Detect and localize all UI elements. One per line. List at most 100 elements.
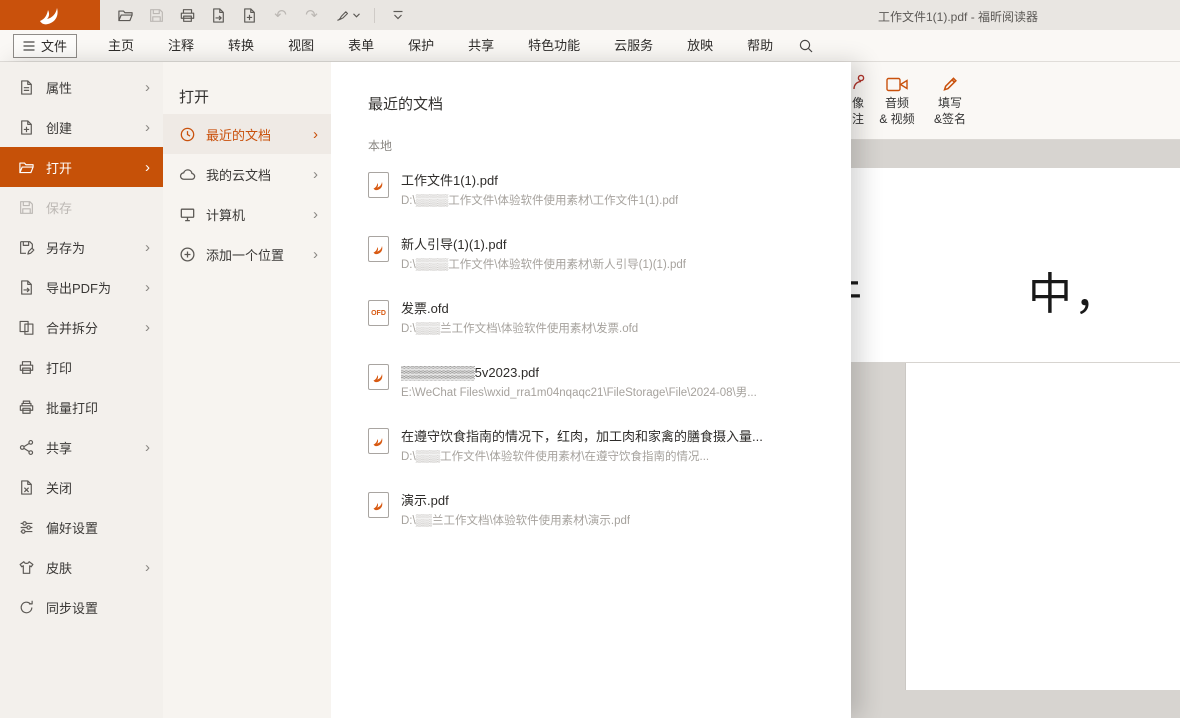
chevron-right-icon: ›: [145, 240, 150, 255]
file-menu-button-label: 文件: [41, 36, 67, 55]
file-menu-item-label: 同步设置: [46, 598, 98, 617]
chevron-right-icon: ›: [145, 80, 150, 95]
file-menu-item-batch-print[interactable]: 批量打印: [0, 387, 163, 427]
portrait-icon: [852, 69, 868, 93]
recent-file-item[interactable]: 在遵守饮食指南的情况下，红肉，加工肉和家禽的膳食摄入量... D:\▒▒▒工作文…: [368, 425, 831, 489]
open-panel: 打开 最近的文档 › 我的云文档 › 计算机 › 添加一个位置 ›: [163, 62, 331, 718]
recent-documents-title: 最近的文档: [331, 62, 851, 114]
open-file-icon[interactable]: [110, 0, 141, 30]
open-panel-item-computer[interactable]: 计算机 ›: [163, 194, 331, 234]
save-icon[interactable]: [141, 0, 172, 30]
file-path: D:\▒▒兰工作文档\体验软件使用素材\演示.pdf: [401, 514, 630, 528]
pdf-file-icon: [368, 428, 389, 454]
file-menu-item-create[interactable]: 创建 ›: [0, 107, 163, 147]
undo-icon[interactable]: ↶: [265, 0, 296, 30]
file-menu-item-sync-settings[interactable]: 同步设置: [0, 587, 163, 627]
file-menu-item-export-pdf[interactable]: 导出PDF为 ›: [0, 267, 163, 307]
tab-help[interactable]: 帮助: [730, 30, 790, 61]
redo-icon[interactable]: ↷: [296, 0, 327, 30]
open-panel-item-cloud-docs[interactable]: 我的云文档 ›: [163, 154, 331, 194]
file-menu-item-skin[interactable]: 皮肤 ›: [0, 547, 163, 587]
file-menu-item-preferences[interactable]: 偏好设置: [0, 507, 163, 547]
recent-file-item[interactable]: ▒▒▒▒▒▒▒▒5v2023.pdf E:\WeChat Files\wxid_…: [368, 361, 831, 425]
file-menu-left-column: 属性 › 创建 › 打开 › 保存 另存为 › 导出PDF为 ›: [0, 62, 163, 718]
recent-file-list: 工作文件1(1).pdf D:\▒▒▒▒工作文件\体验软件使用素材\工作文件1(…: [331, 154, 851, 553]
tab-protect[interactable]: 保护: [391, 30, 451, 61]
file-menu-item-label: 打印: [46, 358, 72, 377]
tab-convert[interactable]: 转换: [211, 30, 271, 61]
file-menu-item-label: 属性: [46, 78, 72, 97]
recent-file-item[interactable]: 新人引导(1)(1).pdf D:\▒▒▒▒工作文件\体验软件使用素材\新人引导…: [368, 233, 831, 297]
tab-view[interactable]: 视图: [271, 30, 331, 61]
recent-file-item[interactable]: 演示.pdf D:\▒▒兰工作文档\体验软件使用素材\演示.pdf: [368, 489, 831, 553]
open-panel-title: 打开: [163, 62, 331, 114]
recent-file-item[interactable]: OFD 发票.ofd D:\▒▒▒兰工作文档\体验软件使用素材\发票.ofd: [368, 297, 831, 361]
open-folder-icon: [18, 159, 35, 176]
file-menu-item-label: 偏好设置: [46, 518, 98, 537]
file-texts: 在遵守饮食指南的情况下，红肉，加工肉和家禽的膳食摄入量... D:\▒▒▒工作文…: [401, 425, 763, 489]
pdf-file-icon: [368, 364, 389, 390]
file-menu-item-share[interactable]: 共享 ›: [0, 427, 163, 467]
file-menu-item-label: 导出PDF为: [46, 278, 111, 297]
customize-toolbar-icon[interactable]: [382, 0, 413, 30]
file-path: D:\▒▒▒▒工作文件\体验软件使用素材\工作文件1(1).pdf: [401, 194, 678, 208]
ink-sign-icon[interactable]: [327, 0, 367, 30]
file-name: ▒▒▒▒▒▒▒▒5v2023.pdf: [401, 364, 757, 381]
recent-group-local: 本地: [331, 114, 851, 154]
plus-circle-icon: [179, 246, 196, 263]
open-panel-item-label: 最近的文档: [206, 125, 271, 144]
tab-share[interactable]: 共享: [451, 30, 511, 61]
file-menu-button[interactable]: 文件: [13, 34, 77, 58]
recent-file-item[interactable]: 工作文件1(1).pdf D:\▒▒▒▒工作文件\体验软件使用素材\工作文件1(…: [368, 169, 831, 233]
open-panel-item-recent[interactable]: 最近的文档 ›: [163, 114, 331, 154]
pencil-icon: [941, 69, 960, 93]
menubar: 文件 主页 注释 转换 视图 表单 保护 共享 特色功能 云服务 放映 帮助: [0, 30, 1180, 62]
file-menu-item-save-as[interactable]: 另存为 ›: [0, 227, 163, 267]
tab-cloud-service[interactable]: 云服务: [597, 30, 670, 61]
chevron-right-icon: ›: [145, 440, 150, 455]
open-panel-item-label: 计算机: [206, 205, 245, 224]
tab-home[interactable]: 主页: [91, 30, 151, 61]
file-menu-item-label: 保存: [46, 198, 72, 217]
pdf-file-icon: [368, 236, 389, 262]
chevron-right-icon: ›: [313, 126, 318, 143]
file-menu-item-label: 合并拆分: [46, 318, 98, 337]
file-menu-item-open[interactable]: 打开 ›: [0, 147, 163, 187]
sync-icon: [18, 599, 35, 616]
file-menu-item-merge-split[interactable]: 合并拆分 ›: [0, 307, 163, 347]
export-doc-icon[interactable]: [203, 0, 234, 30]
fill-sign-button[interactable]: 填写 &签名: [925, 69, 975, 127]
file-menu-item-print[interactable]: 打印: [0, 347, 163, 387]
file-texts: 工作文件1(1).pdf D:\▒▒▒▒工作文件\体验软件使用素材\工作文件1(…: [401, 169, 678, 233]
file-texts: 演示.pdf D:\▒▒兰工作文档\体验软件使用素材\演示.pdf: [401, 489, 630, 553]
file-menu-item-label: 另存为: [46, 238, 85, 257]
file-path: D:\▒▒▒工作文件\体验软件使用素材\在遵守饮食指南的情况...: [401, 450, 763, 464]
file-menu-item-close[interactable]: 关闭: [0, 467, 163, 507]
caret-down-icon: [353, 13, 360, 18]
audio-video-button[interactable]: 音频 & 视频: [870, 69, 924, 127]
foxit-logo[interactable]: [0, 0, 100, 30]
file-menu-item-label: 共享: [46, 438, 72, 457]
print-icon[interactable]: [172, 0, 203, 30]
preferences-icon: [18, 519, 35, 536]
create-icon: [18, 119, 35, 136]
tab-present[interactable]: 放映: [670, 30, 730, 61]
window-title: 工作文件1(1).pdf - 福昕阅读器: [878, 8, 1038, 25]
share-icon: [18, 439, 35, 456]
file-name: 演示.pdf: [401, 492, 630, 509]
quick-access-toolbar: ↶ ↷: [110, 0, 413, 30]
open-panel-item-add-place[interactable]: 添加一个位置 ›: [163, 234, 331, 274]
tab-form[interactable]: 表单: [331, 30, 391, 61]
hamburger-icon: [23, 41, 35, 51]
new-doc-icon[interactable]: [234, 0, 265, 30]
open-panel-item-label: 添加一个位置: [206, 245, 284, 264]
skin-icon: [18, 559, 35, 576]
cloud-icon: [179, 166, 196, 183]
ribbon-partial-label-2: 注: [852, 111, 864, 127]
tab-comment[interactable]: 注释: [151, 30, 211, 61]
titlebar: ↶ ↷ 工作文件1(1).pdf - 福昕阅读器: [0, 0, 1180, 30]
tab-special-features[interactable]: 特色功能: [511, 30, 597, 61]
file-menu-item-label: 皮肤: [46, 558, 72, 577]
search-icon[interactable]: [792, 32, 820, 60]
file-menu-item-properties[interactable]: 属性 ›: [0, 67, 163, 107]
